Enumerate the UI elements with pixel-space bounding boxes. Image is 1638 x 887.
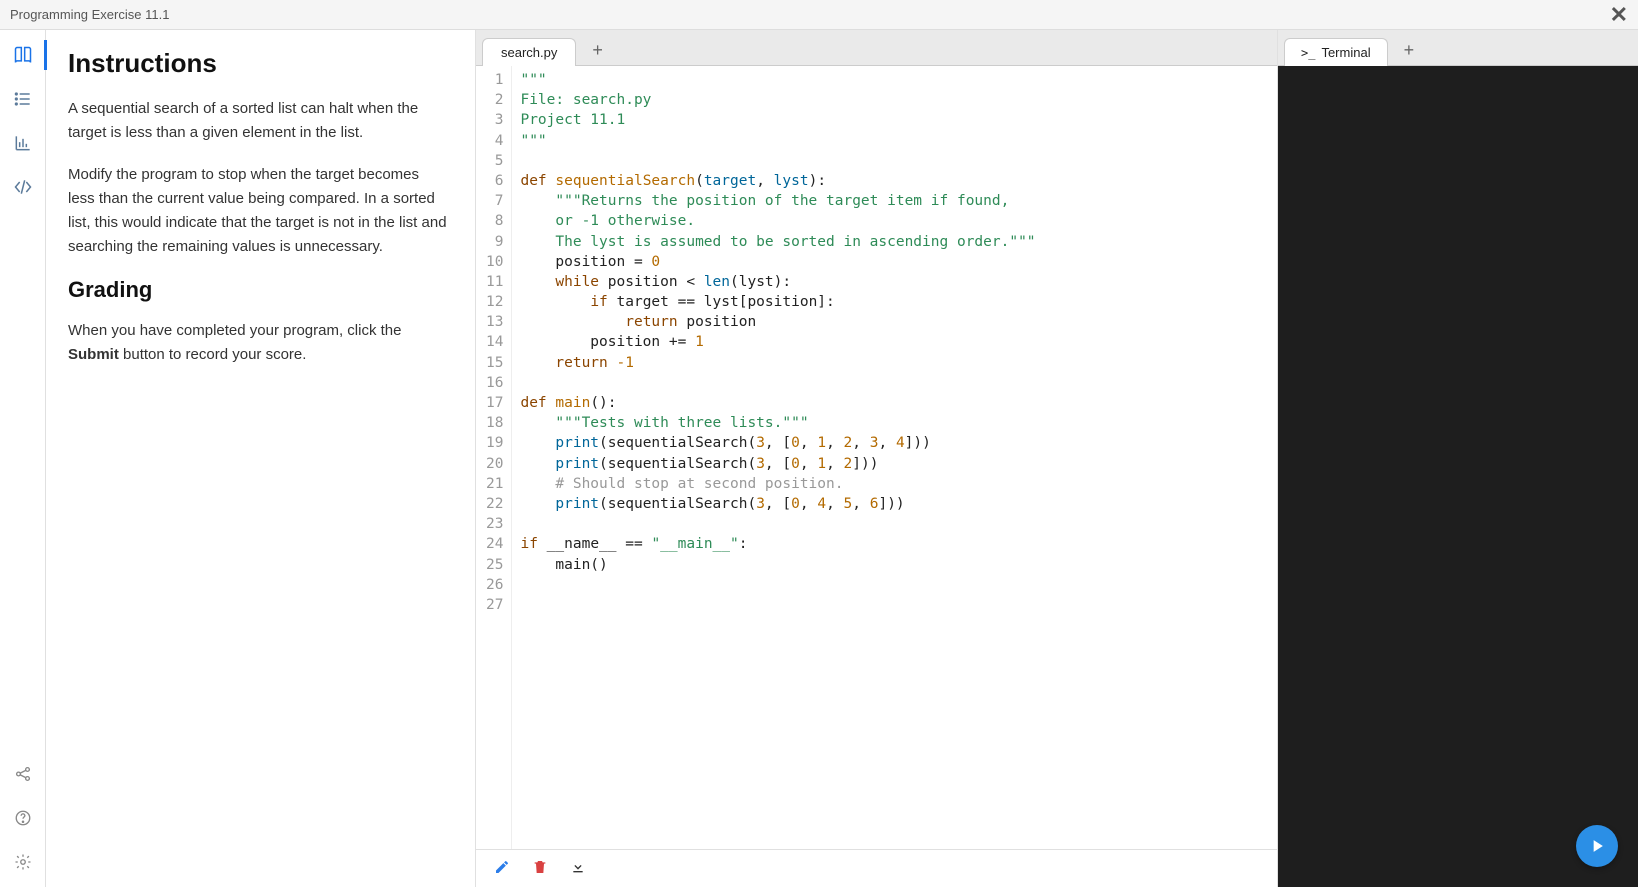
terminal-body[interactable] (1278, 66, 1638, 887)
editor-column: search.py + 1234567891011121314151617181… (476, 30, 1278, 887)
share-icon[interactable] (12, 763, 34, 785)
add-terminal-button[interactable]: + (1392, 35, 1427, 65)
pencil-icon[interactable] (494, 859, 510, 878)
grading-heading: Grading (68, 277, 447, 303)
terminal-tab[interactable]: >_ Terminal (1284, 38, 1388, 66)
editor-tab-bar: search.py + (476, 30, 1277, 66)
submit-word: Submit (68, 346, 119, 363)
grading-paragraph: When you have completed your program, cl… (68, 319, 447, 367)
run-button[interactable] (1576, 825, 1618, 867)
book-icon[interactable] (12, 44, 34, 66)
instructions-paragraph-1: A sequential search of a sorted list can… (68, 97, 447, 145)
code-area[interactable]: """File: search.pyProject 11.1"""def seq… (512, 66, 1277, 849)
list-icon[interactable] (12, 88, 34, 110)
chart-icon[interactable] (12, 132, 34, 154)
instructions-paragraph-2: Modify the program to stop when the targ… (68, 163, 447, 259)
code-editor[interactable]: 1234567891011121314151617181920212223242… (476, 66, 1277, 849)
terminal-prompt-icon: >_ (1301, 46, 1315, 60)
add-tab-button[interactable]: + (580, 35, 615, 65)
code-icon[interactable] (12, 176, 34, 198)
close-icon[interactable]: ✕ (1610, 4, 1628, 26)
file-tab[interactable]: search.py (482, 38, 576, 66)
title-bar: Programming Exercise 11.1 ✕ (0, 0, 1638, 30)
terminal-tab-label: Terminal (1321, 45, 1370, 60)
terminal-tab-bar: >_ Terminal + (1278, 30, 1638, 66)
help-icon[interactable] (12, 807, 34, 829)
left-sidebar (0, 30, 46, 887)
gear-icon[interactable] (12, 851, 34, 873)
editor-toolbar (476, 849, 1277, 887)
instructions-panel: Instructions A sequential search of a so… (46, 30, 476, 887)
line-gutter: 1234567891011121314151617181920212223242… (476, 66, 512, 849)
trash-icon[interactable] (532, 859, 548, 878)
main-layout: Instructions A sequential search of a so… (0, 30, 1638, 887)
window-title: Programming Exercise 11.1 (10, 7, 169, 22)
terminal-column: >_ Terminal + (1278, 30, 1638, 887)
instructions-heading: Instructions (68, 48, 447, 79)
download-icon[interactable] (570, 859, 586, 878)
